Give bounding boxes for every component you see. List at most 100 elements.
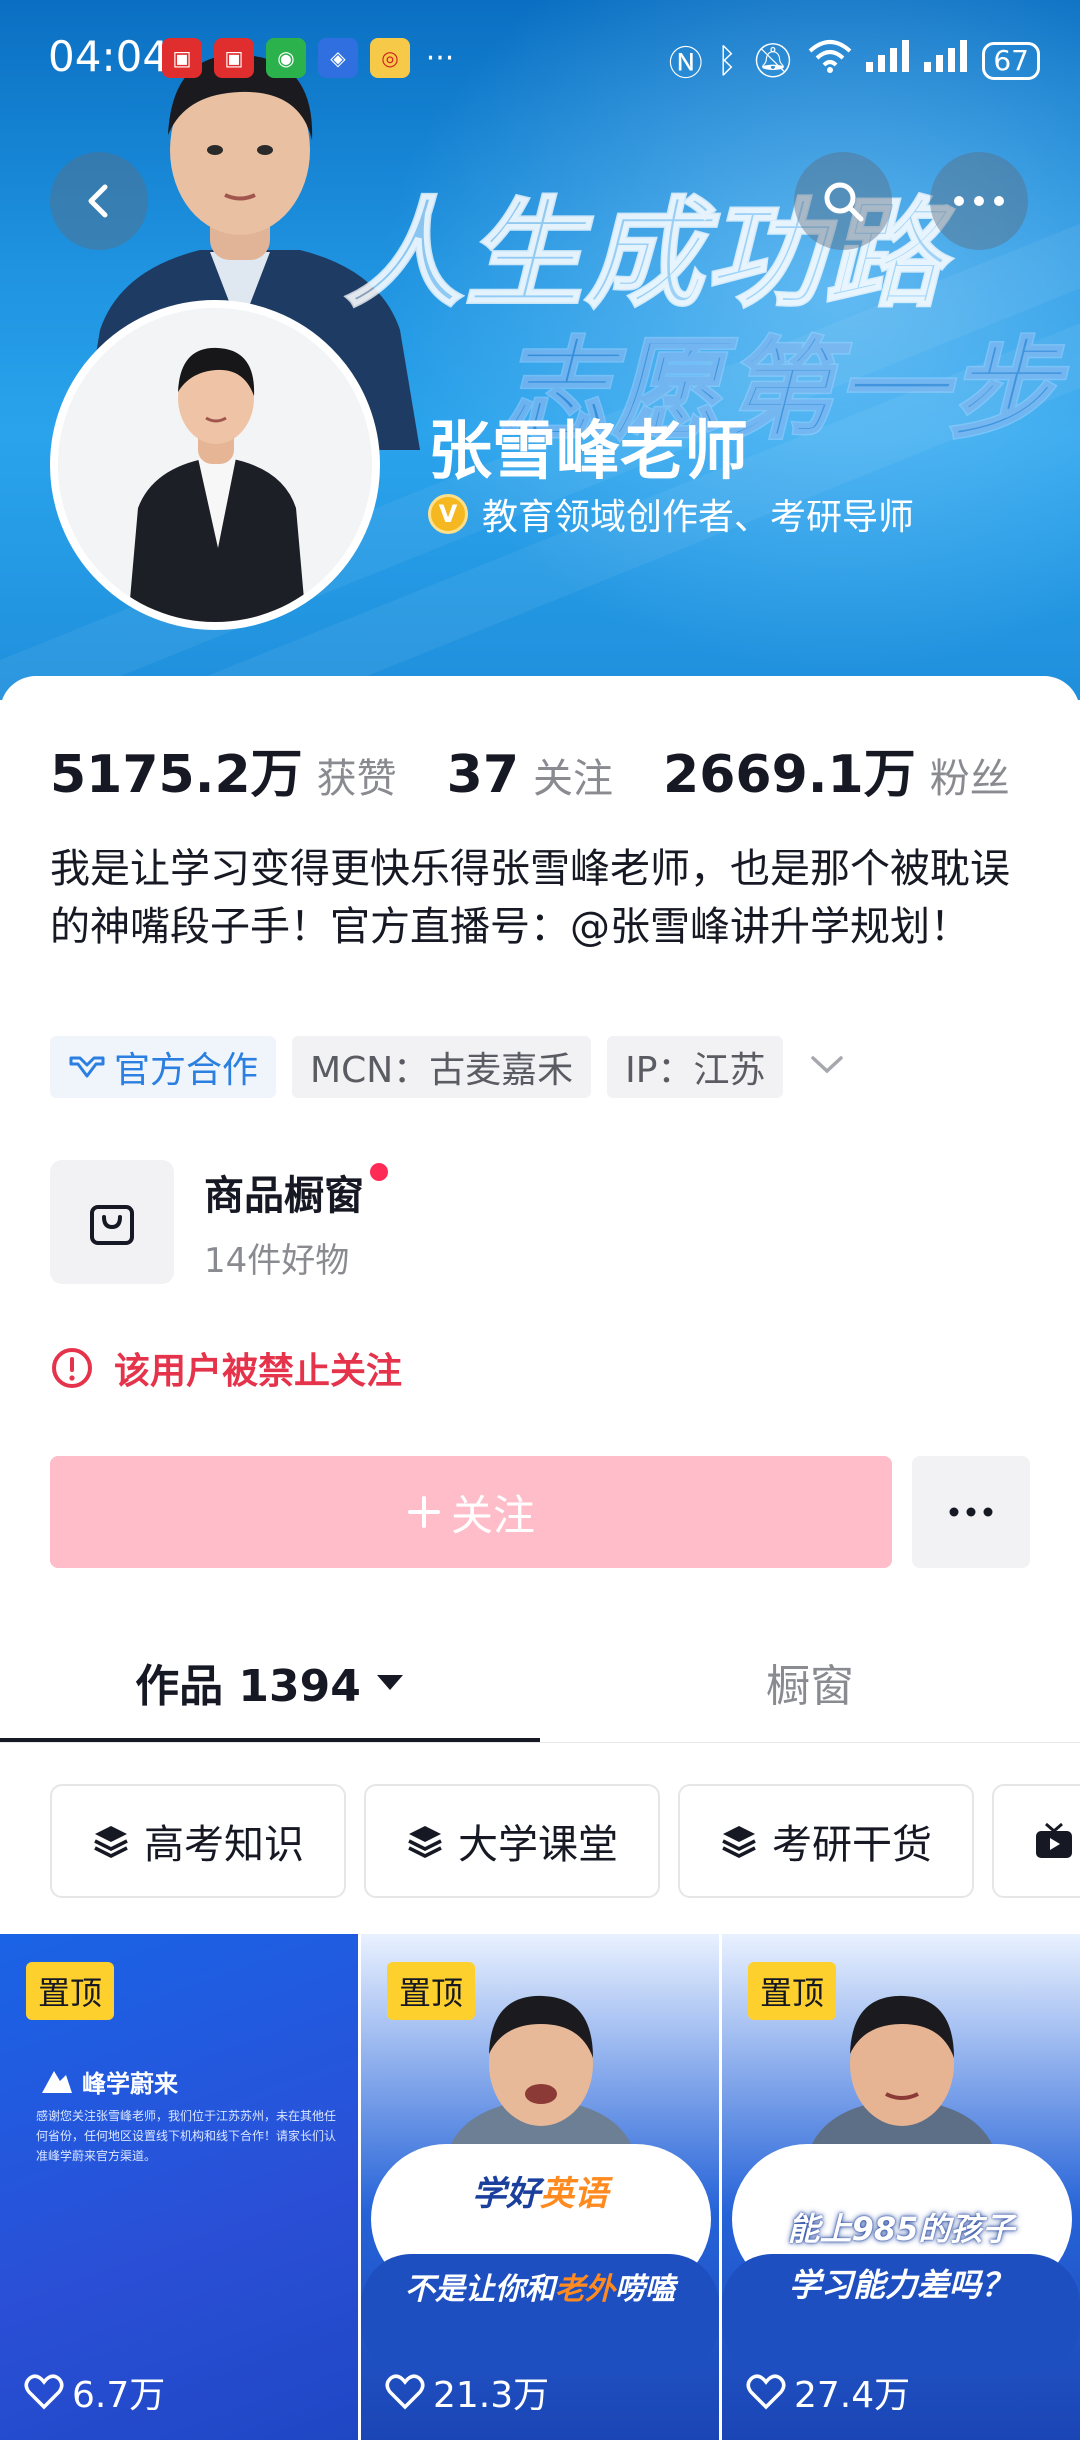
more-actions-button[interactable] <box>912 1456 1030 1568</box>
video-caption-line2: 学习能力差吗？ <box>788 2266 1013 2304</box>
huawei-app-icon: ▣ <box>214 38 254 78</box>
profile-tags: 官方合作 MCN：古麦嘉禾 IP：江苏 <box>50 1036 845 1098</box>
showcase-count: 14件好物 <box>204 1240 350 1281</box>
video-notice-text: 感谢您关注张雪峰老师，我们位于江苏苏州，未在其他任何省份，任何地区设置线下机构和… <box>36 2109 337 2163</box>
more-notifications-icon: ··· <box>425 40 455 76</box>
profile-screen: { "status_bar": { "time": "04:04", "batt… <box>0 0 1080 2440</box>
content-tabs: 作品 1394 橱窗 <box>0 1626 1080 1744</box>
verified-badge-icon: V <box>428 494 468 534</box>
heart-icon <box>385 2374 425 2410</box>
likes-count: 27.4万 <box>794 2375 911 2416</box>
video-grid: 置顶 峰学蔚来 感谢您关注张雪峰老师，我们位于江苏苏州，未在其他任何省份，任何地… <box>0 1934 1080 2440</box>
mcn-tag[interactable]: MCN：古麦嘉禾 <box>292 1036 592 1098</box>
verification-row: V 教育领域创作者、考研导师 <box>428 488 914 540</box>
verification-text: 教育领域创作者、考研导师 <box>482 497 915 538</box>
video-thumbnail[interactable]: 置顶 学好英语 不是让你和老外唠嗑 21.3万 <box>361 1934 719 2440</box>
tab-works-label: 作品 1394 <box>135 1661 361 1712</box>
caption-text: 唠嗑 <box>615 2272 675 2307</box>
brand-name: 峰学蔚来 <box>82 2070 178 2098</box>
nfc-icon: Ⓝ <box>668 44 703 84</box>
profile-stats: 5175.2万 获赞 37 关注 2669.1万 粉丝 <box>50 732 1060 807</box>
shopping-bag-icon <box>50 1160 174 1284</box>
plus-icon <box>407 1496 440 1528</box>
status-time: 04:04 <box>48 32 170 81</box>
stat-following[interactable]: 37 关注 <box>447 745 613 805</box>
stat-label: 关注 <box>533 756 614 802</box>
video-likes: 6.7万 <box>24 2366 165 2418</box>
expand-chevron-icon[interactable] <box>809 1054 845 1080</box>
mute-icon: 🔕︎ <box>751 40 795 81</box>
chip-label: 大学课堂 <box>458 1822 618 1868</box>
wechat-icon: ◉ <box>266 38 306 78</box>
stat-followers[interactable]: 2669.1万 粉丝 <box>663 732 1010 807</box>
brand-mark-icon <box>42 2070 72 2093</box>
weibo-icon: ◎ <box>370 38 410 78</box>
back-button[interactable] <box>50 152 148 250</box>
video-caption-line1: 学好英语 <box>361 2166 719 2215</box>
app-notification-icon: ◈ <box>318 38 358 78</box>
pinned-badge: 置顶 <box>26 1962 115 2020</box>
official-cooperation-tag[interactable]: 官方合作 <box>50 1036 277 1098</box>
battery-indicator: 67 <box>982 41 1040 80</box>
caption-highlight: 英语 <box>540 2174 608 2214</box>
video-thumbnail[interactable]: 置顶 峰学蔚来 感谢您关注张雪峰老师，我们位于江苏苏州，未在其他任何省份，任何地… <box>0 1934 358 2440</box>
brand-logo: 峰学蔚来 <box>40 2064 178 2099</box>
banned-text: 该用户被禁止关注 <box>114 1351 403 1392</box>
profile-bio: 我是让学习变得更快乐得张雪峰老师，也是那个被耽误的神嘴段子手！官方直播号：@张雪… <box>50 846 1010 950</box>
profile-banner: 人生成功路 志愿第一步 04:04 ▣ ▣ ◉ ◈ ◎ ··· Ⓝ ᛒ 🔕︎ 6… <box>0 0 1080 700</box>
video-thumbnail[interactable]: 置顶 能上985的孩子 学习能力差吗？ 27.4万 <box>722 1934 1080 2440</box>
avatar-image <box>58 308 372 622</box>
stat-label: 粉丝 <box>929 756 1010 802</box>
search-icon <box>824 182 864 222</box>
avatar[interactable] <box>50 300 380 630</box>
likes-count: 21.3万 <box>433 2375 550 2416</box>
chip-label: 考研干货 <box>772 1822 932 1868</box>
collection-chip[interactable]: 大学课堂 <box>364 1784 660 1898</box>
signal-icon <box>924 40 968 81</box>
video-caption-line2: 不是让你和老外唠嗑 <box>361 2264 719 2308</box>
heart-icon <box>24 2374 64 2410</box>
more-dots-icon <box>954 196 1004 206</box>
tag-label: MCN：古麦嘉禾 <box>310 1050 574 1091</box>
status-bar: 04:04 ▣ ▣ ◉ ◈ ◎ ··· Ⓝ ᛒ 🔕︎ 67 <box>0 0 1080 120</box>
layers-icon <box>722 1826 756 1858</box>
caret-down-icon <box>376 1675 403 1690</box>
caption-text: 学好 <box>472 2174 540 2214</box>
pinned-badge: 置顶 <box>748 1962 837 2020</box>
stat-likes[interactable]: 5175.2万 获赞 <box>50 732 397 807</box>
layers-icon <box>408 1826 442 1858</box>
collection-chip[interactable]: 考研干货 <box>678 1784 974 1898</box>
follow-button[interactable]: 关注 <box>50 1456 892 1568</box>
search-button[interactable] <box>794 152 892 250</box>
caption-highlight: 老外 <box>555 2272 615 2307</box>
follow-banned-notice: 该用户被禁止关注 <box>50 1342 402 1394</box>
video-caption-line1: 能上985的孩子 <box>787 2210 1015 2248</box>
profile-name: 张雪峰老师 <box>428 415 748 489</box>
wifi-icon <box>808 39 852 82</box>
collection-chips: 高考知识 大学课堂 考研干货 <box>50 1784 1080 1898</box>
back-arrow-icon <box>88 184 108 218</box>
tab-works[interactable]: 作品 1394 <box>0 1626 540 1738</box>
status-indicators: Ⓝ ᛒ 🔕︎ 67 <box>669 36 1040 85</box>
stat-value: 2669.1万 <box>663 745 916 805</box>
collection-chip[interactable] <box>992 1784 1080 1898</box>
collection-chip[interactable]: 高考知识 <box>50 1784 346 1898</box>
video-likes: 21.3万 <box>385 2366 549 2418</box>
more-dots-icon <box>949 1507 993 1517</box>
more-options-button[interactable] <box>930 152 1028 250</box>
tag-label: IP：江苏 <box>625 1050 766 1091</box>
ip-location-tag: IP：江苏 <box>607 1036 784 1098</box>
layers-icon <box>94 1826 128 1858</box>
bluetooth-icon: ᛒ <box>716 40 738 81</box>
profile-content: 5175.2万 获赞 37 关注 2669.1万 粉丝 我是让学习变得更快乐得张… <box>0 676 1080 2440</box>
showcase-text: 商品橱窗 14件好物 <box>204 1162 388 1282</box>
chip-label: 高考知识 <box>144 1822 304 1868</box>
product-showcase-entry[interactable]: 商品橱窗 14件好物 <box>50 1160 388 1284</box>
caption-text: 不是让你和 <box>405 2272 555 2307</box>
warning-icon <box>52 1348 92 1388</box>
tab-showcase[interactable]: 橱窗 <box>540 1626 1080 1738</box>
showcase-title-text: 商品橱窗 <box>204 1172 364 1219</box>
stat-value: 5175.2万 <box>50 745 303 805</box>
tab-divider <box>0 1742 1080 1743</box>
tab-showcase-label: 橱窗 <box>766 1661 854 1712</box>
